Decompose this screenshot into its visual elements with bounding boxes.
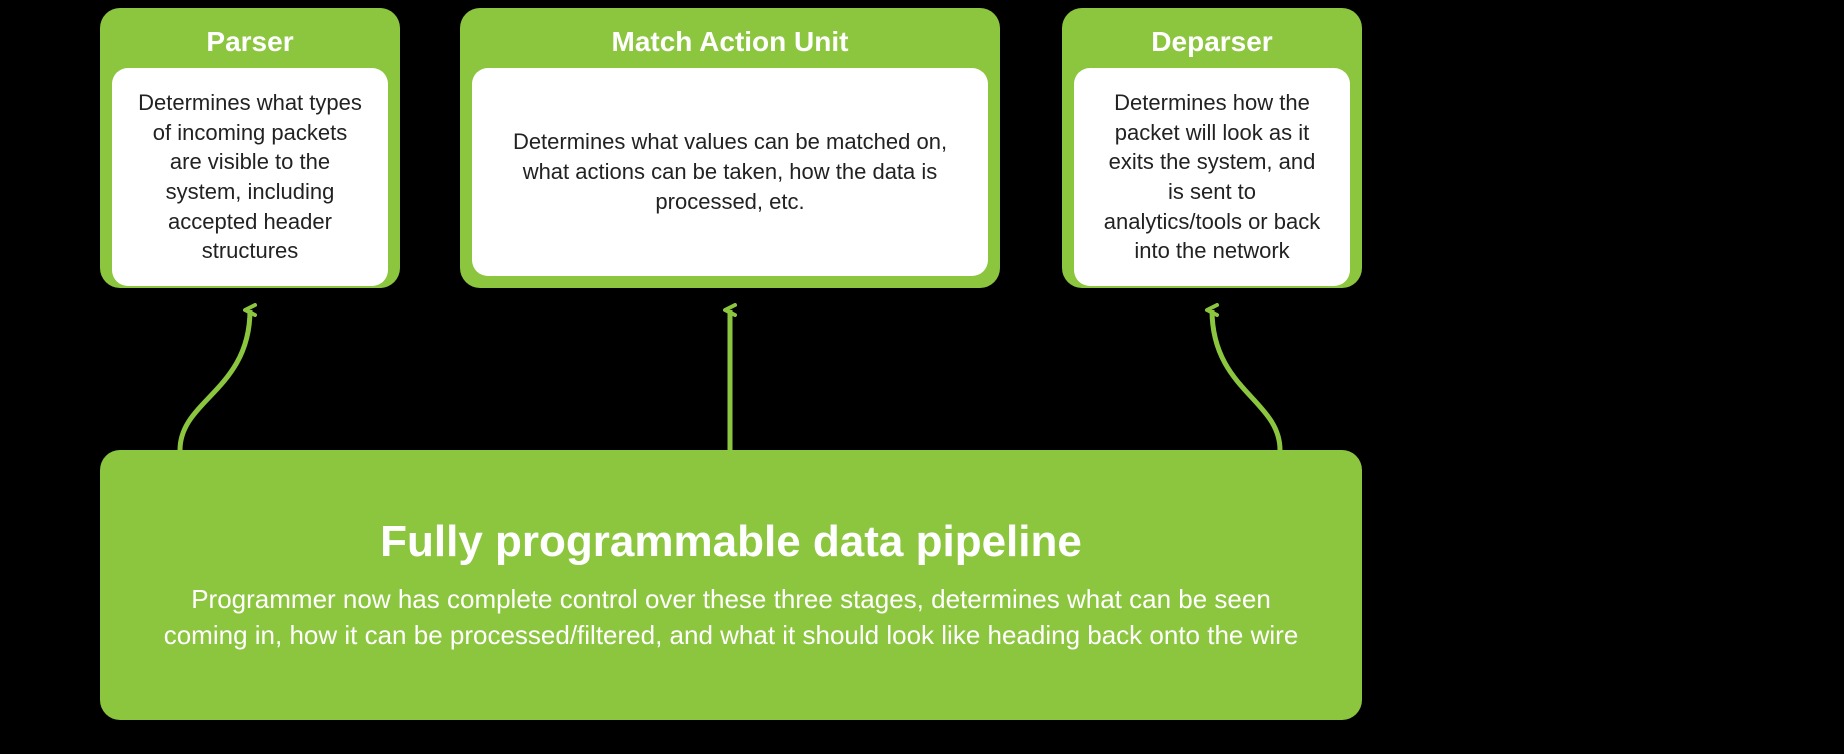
pipeline-summary-box: Fully programmable data pipeline Program… bbox=[100, 450, 1362, 720]
deparser-title: Deparser bbox=[1151, 20, 1272, 68]
mau-title: Match Action Unit bbox=[612, 20, 849, 68]
deparser-card: Deparser Determines how the packet will … bbox=[1062, 8, 1362, 288]
mau-body: Determines what values can be matched on… bbox=[472, 68, 988, 276]
parser-card: Parser Determines what types of incoming… bbox=[100, 8, 400, 288]
parser-desc: Determines what types of incoming packet… bbox=[136, 88, 364, 266]
parser-body: Determines what types of incoming packet… bbox=[112, 68, 388, 286]
deparser-body: Determines how the packet will look as i… bbox=[1074, 68, 1350, 286]
arrow-to-parser-icon bbox=[180, 310, 250, 450]
pipeline-title: Fully programmable data pipeline bbox=[380, 517, 1082, 567]
parser-title: Parser bbox=[206, 20, 293, 68]
pipeline-desc: Programmer now has complete control over… bbox=[160, 581, 1302, 654]
deparser-desc: Determines how the packet will look as i… bbox=[1098, 88, 1326, 266]
match-action-unit-card: Match Action Unit Determines what values… bbox=[460, 8, 1000, 288]
arrow-to-deparser-icon bbox=[1212, 310, 1280, 450]
mau-desc: Determines what values can be matched on… bbox=[496, 127, 964, 216]
